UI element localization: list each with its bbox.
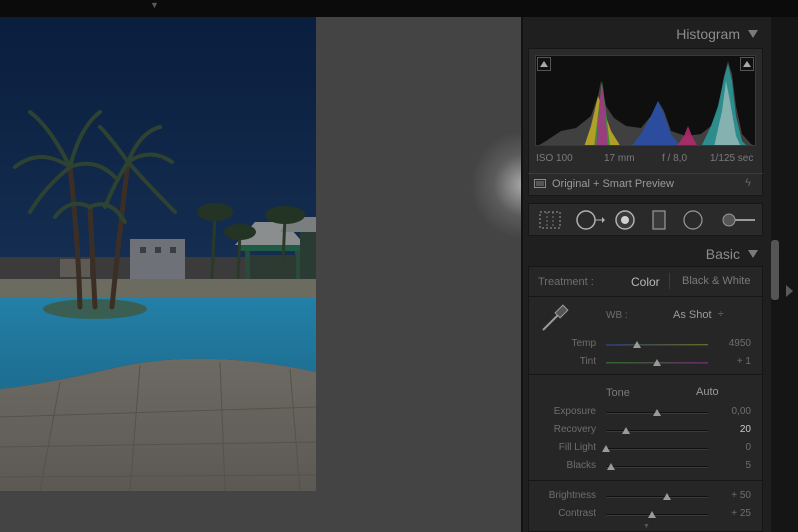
tone-label: Tone — [606, 387, 630, 399]
section-divider — [528, 480, 763, 481]
wb-label: WB : — [606, 310, 628, 321]
slider-thumb[interactable] — [653, 359, 661, 366]
collapse-triangle-down-icon[interactable] — [748, 250, 758, 258]
lightning-icon: ϟ — [745, 177, 751, 189]
section-divider — [528, 296, 763, 297]
highlight-clipping-icon[interactable] — [740, 57, 754, 71]
slider-value[interactable]: 5 — [721, 460, 751, 471]
slider-label: Tint — [579, 356, 596, 367]
graduated-filter-icon[interactable] — [651, 209, 667, 231]
slider-track[interactable] — [606, 514, 708, 516]
collapse-triangle-down-icon[interactable] — [748, 30, 758, 38]
slider-value[interactable]: + 50 — [721, 490, 751, 501]
slider-label: Recovery — [553, 424, 596, 435]
basic-header[interactable]: Basic — [526, 240, 764, 266]
smart-preview-label: Original + Smart Preview — [552, 178, 674, 190]
shadow-clipping-icon[interactable] — [537, 57, 551, 71]
slider-label: Exposure — [553, 406, 596, 417]
radial-filter-icon[interactable] — [681, 209, 705, 231]
exif-aperture: f / 8,0 — [662, 153, 688, 164]
tool-strip — [528, 203, 763, 236]
slider-track[interactable] — [606, 344, 708, 346]
slider-thumb[interactable] — [607, 463, 616, 470]
slider-value[interactable]: 0,00 — [721, 406, 751, 417]
histogram-header[interactable]: Histogram — [526, 20, 764, 46]
right-panel-toggle-icon[interactable] — [786, 285, 793, 297]
slider-label: Fill Light — [558, 442, 596, 453]
wb-select[interactable]: As Shot — [673, 309, 712, 321]
white-balance-selector-icon[interactable] — [537, 302, 571, 336]
slider-track[interactable] — [606, 448, 708, 450]
slider-thumb[interactable] — [647, 511, 656, 518]
section-divider — [528, 374, 763, 375]
slider-value[interactable]: 0 — [721, 442, 751, 453]
slider-thumb[interactable] — [653, 409, 661, 416]
treatment-label: Treatment : — [538, 276, 594, 288]
adjustment-brush-icon[interactable] — [721, 209, 757, 231]
slider-track[interactable] — [606, 466, 708, 468]
exif-shutter: 1/125 sec — [710, 153, 754, 164]
slider-thumb[interactable] — [602, 445, 610, 452]
wb-select-arrows-icon[interactable]: ÷ — [718, 309, 724, 320]
slider-thumb[interactable] — [622, 427, 631, 434]
exif-iso: ISO 100 — [536, 153, 573, 164]
treatment-bw-button[interactable]: Black & White — [682, 275, 750, 287]
slider-track[interactable] — [606, 430, 708, 432]
slider-value[interactable]: + 25 — [721, 508, 751, 519]
histogram-title: Histogram — [676, 26, 740, 42]
slider-value[interactable]: 4950 — [721, 338, 751, 349]
red-eye-correction-icon[interactable] — [613, 209, 637, 231]
slider-label: Brightness — [548, 490, 596, 501]
panel-scrollbar[interactable] — [771, 240, 779, 300]
treatment-color-button[interactable]: Color — [631, 275, 660, 289]
crop-overlay-icon[interactable] — [538, 209, 562, 231]
exif-info: ISO 100 17 mm f / 8,0 1/125 sec — [536, 153, 756, 165]
slider-thumb[interactable] — [663, 493, 672, 500]
photo-preview[interactable] — [0, 17, 316, 491]
slider-label: Temp — [571, 338, 596, 349]
slider-value[interactable]: 20 — [721, 424, 751, 435]
treatment-divider — [669, 273, 670, 289]
exif-focal-length: 17 mm — [604, 153, 635, 164]
smart-preview-status[interactable]: Original + Smart Preview ϟ — [528, 173, 763, 195]
smart-preview-icon — [534, 179, 546, 188]
scroll-more-icon: ▼ — [643, 523, 650, 530]
top-panel-bar: ▼ — [0, 0, 798, 17]
histogram-graph[interactable] — [535, 55, 756, 146]
basic-title: Basic — [705, 246, 740, 262]
slider-thumb[interactable] — [632, 341, 641, 348]
slider-label: Contrast — [558, 508, 596, 519]
slider-label: Blacks — [566, 460, 596, 471]
spot-removal-icon[interactable] — [575, 209, 605, 231]
top-panel-toggle-icon[interactable]: ▼ — [150, 1, 159, 10]
slider-track[interactable] — [606, 496, 708, 498]
auto-tone-button[interactable]: Auto — [696, 386, 719, 398]
slider-value[interactable]: + 1 — [721, 356, 751, 367]
